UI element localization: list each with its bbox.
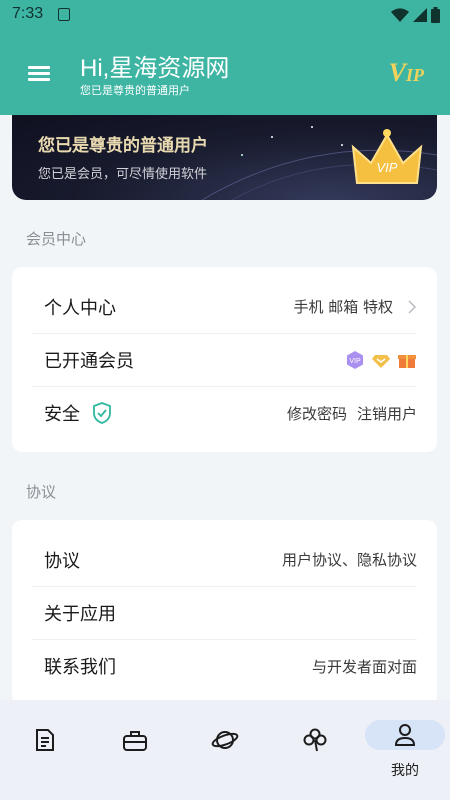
row-label: 关于应用 [44, 604, 116, 625]
nav-item-discover[interactable] [185, 720, 265, 780]
section-label-agreement: 协议 [26, 483, 57, 501]
activated-membership-row[interactable]: 已开通会员 VIP [32, 333, 417, 386]
member-card: 个人中心 手机 邮箱 特权 已开通会员 VIP 安全 修改密码 注销用户 [12, 267, 437, 452]
diamond-badge-icon [372, 355, 390, 368]
battery-icon [431, 7, 440, 23]
menu-icon-line [28, 78, 50, 81]
row-label: 联系我们 [44, 657, 116, 678]
banner-title: 您已是尊贵的普通用户 [38, 136, 208, 156]
nav-label-mine: 我的 [391, 763, 419, 779]
contact-us-row[interactable]: 联系我们 与开发者面对面 [32, 639, 417, 692]
row-value: 手机 邮箱 特权 [293, 298, 393, 316]
personal-center-row[interactable]: 个人中心 手机 邮箱 特权 [32, 280, 417, 333]
banner-desc: 您已是会员，可尽情使用软件 [38, 167, 208, 182]
row-value: 与开发者面对面 [311, 657, 417, 676]
nav-item-favorites[interactable] [275, 720, 355, 780]
security-row[interactable]: 安全 修改密码 注销用户 [32, 386, 417, 439]
signal-icon [413, 8, 427, 22]
shield-check-icon [93, 402, 111, 424]
section-label-member: 会员中心 [26, 230, 87, 248]
toolbox-icon [123, 731, 147, 751]
menu-button[interactable] [22, 58, 58, 88]
row-label: 已开通会员 [44, 351, 134, 372]
vip-logo-main: V [388, 58, 406, 87]
change-password-link[interactable]: 修改密码 [287, 403, 347, 424]
status-time: 7:33 [12, 5, 44, 22]
menu-icon [28, 66, 50, 69]
sim-icon [58, 8, 70, 21]
agreement-card: 协议 用户协议、隐私协议 关于应用 联系我们 与开发者面对面 [12, 520, 437, 705]
nav-item-tools[interactable] [95, 720, 175, 780]
svg-text:VIP: VIP [349, 358, 361, 365]
vip-logo-sub: IP [406, 65, 424, 85]
membership-banner[interactable]: 您已是尊贵的普通用户 您已是会员，可尽情使用软件 VIP [12, 115, 437, 200]
status-bar: 7:33 [0, 0, 450, 30]
vip-logo[interactable]: VIP [389, 58, 424, 88]
app-title: Hi,星海资源网 [80, 55, 230, 82]
planet-icon [211, 731, 239, 749]
about-app-row[interactable]: 关于应用 [32, 586, 417, 639]
wifi-icon [391, 8, 409, 22]
chevron-right-icon [408, 299, 417, 314]
bottom-navigation: 我的 [0, 700, 450, 800]
nav-item-mine[interactable]: 我的 [365, 720, 445, 780]
menu-icon-line [28, 72, 50, 75]
nav-pill [95, 720, 175, 760]
vip-crown-icon: VIP [351, 129, 423, 184]
deregister-user-link[interactable]: 注销用户 [357, 403, 417, 424]
row-value-wrap: 手机 邮箱 特权 [293, 296, 417, 317]
app-subtitle: 您已是尊贵的普通用户 [80, 84, 190, 97]
app-bar: Hi,星海资源网 您已是尊贵的普通用户 VIP [0, 30, 450, 115]
nav-pill [185, 720, 265, 760]
nav-pill [5, 720, 85, 760]
document-icon [36, 729, 54, 751]
security-actions: 修改密码 注销用户 [287, 403, 417, 424]
agreement-row[interactable]: 协议 用户协议、隐私协议 [32, 533, 417, 586]
clover-icon [303, 728, 327, 752]
banner-crown-text: VIP [377, 160, 398, 175]
row-label: 协议 [44, 550, 80, 572]
nav-item-documents[interactable] [5, 720, 85, 780]
membership-badges: VIP [345, 350, 417, 370]
vip-badge-icon: VIP [347, 351, 363, 369]
nav-pill [275, 720, 355, 760]
row-label: 个人中心 [44, 297, 116, 319]
row-label: 安全 [44, 404, 80, 425]
row-value: 用户协议、隐私协议 [281, 551, 417, 569]
person-icon [394, 724, 416, 746]
nav-pill-active [365, 720, 445, 750]
gift-badge-icon [398, 355, 416, 368]
